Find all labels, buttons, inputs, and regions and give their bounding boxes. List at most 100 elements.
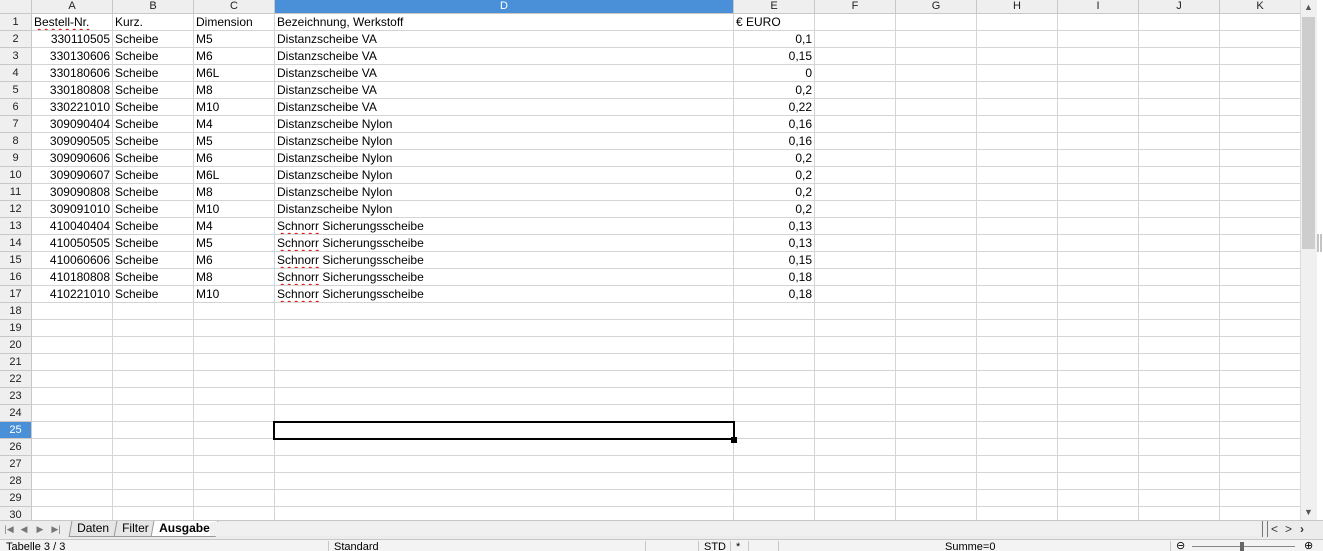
table-header-cell[interactable]: Bestell-Nr. xyxy=(32,14,113,31)
empty-cell[interactable] xyxy=(734,490,815,507)
empty-cell[interactable] xyxy=(1220,14,1300,31)
empty-cell[interactable] xyxy=(977,99,1058,116)
empty-cell[interactable] xyxy=(113,388,194,405)
empty-cell[interactable] xyxy=(815,422,896,439)
empty-cell[interactable] xyxy=(977,82,1058,99)
empty-cell[interactable] xyxy=(113,337,194,354)
empty-cell[interactable] xyxy=(1058,473,1139,490)
select-all-corner[interactable] xyxy=(0,0,32,14)
table-cell[interactable]: M5 xyxy=(194,133,275,150)
empty-cell[interactable] xyxy=(815,48,896,65)
empty-cell[interactable] xyxy=(896,218,977,235)
empty-cell[interactable] xyxy=(1139,133,1220,150)
table-cell[interactable]: M10 xyxy=(194,99,275,116)
empty-cell[interactable] xyxy=(1058,48,1139,65)
empty-cell[interactable] xyxy=(1058,31,1139,48)
table-header-cell[interactable]: € EURO xyxy=(734,14,815,31)
table-cell[interactable]: 330180606 xyxy=(32,65,113,82)
table-cell[interactable]: 330221010 xyxy=(32,99,113,116)
empty-cell[interactable] xyxy=(194,388,275,405)
table-cell[interactable]: 0,15 xyxy=(734,48,815,65)
empty-cell[interactable] xyxy=(1220,405,1300,422)
empty-cell[interactable] xyxy=(113,473,194,490)
table-cell[interactable]: 309090404 xyxy=(32,116,113,133)
column-header-i[interactable]: I xyxy=(1058,0,1139,14)
row-header-10[interactable]: 10 xyxy=(0,167,32,184)
table-cell[interactable]: Scheibe xyxy=(113,218,194,235)
empty-cell[interactable] xyxy=(896,388,977,405)
table-cell[interactable]: Scheibe xyxy=(113,201,194,218)
table-cell[interactable]: Distanzscheibe VA xyxy=(275,48,734,65)
empty-cell[interactable] xyxy=(113,303,194,320)
empty-cell[interactable] xyxy=(896,133,977,150)
column-header-b[interactable]: B xyxy=(113,0,194,14)
horizontal-split-handle[interactable] xyxy=(1262,521,1268,537)
empty-cell[interactable] xyxy=(815,405,896,422)
empty-cell[interactable] xyxy=(194,507,275,520)
empty-cell[interactable] xyxy=(1139,354,1220,371)
empty-cell[interactable] xyxy=(1220,456,1300,473)
empty-cell[interactable] xyxy=(977,252,1058,269)
row-header-24[interactable]: 24 xyxy=(0,405,32,422)
empty-cell[interactable] xyxy=(275,337,734,354)
empty-cell[interactable] xyxy=(113,354,194,371)
empty-cell[interactable] xyxy=(32,405,113,422)
table-cell[interactable]: M6 xyxy=(194,48,275,65)
empty-cell[interactable] xyxy=(1220,235,1300,252)
empty-cell[interactable] xyxy=(896,65,977,82)
empty-cell[interactable] xyxy=(1139,167,1220,184)
empty-cell[interactable] xyxy=(1139,422,1220,439)
empty-cell[interactable] xyxy=(1058,507,1139,520)
empty-cell[interactable] xyxy=(1220,65,1300,82)
empty-cell[interactable] xyxy=(896,371,977,388)
table-cell[interactable]: 0,2 xyxy=(734,201,815,218)
empty-cell[interactable] xyxy=(1058,252,1139,269)
zoom-slider-knob[interactable] xyxy=(1240,542,1244,551)
empty-cell[interactable] xyxy=(896,167,977,184)
table-cell[interactable]: Distanzscheibe Nylon xyxy=(275,116,734,133)
table-cell[interactable]: M10 xyxy=(194,201,275,218)
empty-cell[interactable] xyxy=(1220,99,1300,116)
empty-cell[interactable] xyxy=(1139,252,1220,269)
row-header-5[interactable]: 5 xyxy=(0,82,32,99)
empty-cell[interactable] xyxy=(977,269,1058,286)
table-cell[interactable]: 0,18 xyxy=(734,269,815,286)
table-cell[interactable]: Distanzscheibe VA xyxy=(275,99,734,116)
table-cell[interactable]: 0,18 xyxy=(734,286,815,303)
table-cell[interactable]: 410180808 xyxy=(32,269,113,286)
scroll-left-icon[interactable]: < xyxy=(1271,521,1278,537)
empty-cell[interactable] xyxy=(896,320,977,337)
empty-cell[interactable] xyxy=(977,507,1058,520)
table-cell[interactable]: Distanzscheibe Nylon xyxy=(275,167,734,184)
empty-cell[interactable] xyxy=(896,82,977,99)
column-header-a[interactable]: A xyxy=(32,0,113,14)
empty-cell[interactable] xyxy=(1220,116,1300,133)
empty-cell[interactable] xyxy=(1139,201,1220,218)
empty-cell[interactable] xyxy=(113,422,194,439)
empty-cell[interactable] xyxy=(1220,320,1300,337)
empty-cell[interactable] xyxy=(32,388,113,405)
empty-cell[interactable] xyxy=(1058,82,1139,99)
table-header-cell[interactable]: Kurz. xyxy=(113,14,194,31)
empty-cell[interactable] xyxy=(734,303,815,320)
empty-cell[interactable] xyxy=(1220,286,1300,303)
empty-cell[interactable] xyxy=(815,14,896,31)
table-cell[interactable]: M5 xyxy=(194,235,275,252)
empty-cell[interactable] xyxy=(815,167,896,184)
empty-cell[interactable] xyxy=(32,422,113,439)
empty-cell[interactable] xyxy=(896,201,977,218)
empty-cell[interactable] xyxy=(734,371,815,388)
empty-cell[interactable] xyxy=(275,320,734,337)
empty-cell[interactable] xyxy=(815,31,896,48)
empty-cell[interactable] xyxy=(1220,422,1300,439)
empty-cell[interactable] xyxy=(275,439,734,456)
sheet-tab-daten[interactable]: Daten xyxy=(68,521,118,537)
empty-cell[interactable] xyxy=(977,388,1058,405)
empty-cell[interactable] xyxy=(1139,286,1220,303)
empty-cell[interactable] xyxy=(896,456,977,473)
empty-cell[interactable] xyxy=(734,456,815,473)
empty-cell[interactable] xyxy=(1139,473,1220,490)
empty-cell[interactable] xyxy=(1220,337,1300,354)
next-sheet-icon[interactable]: ▶ xyxy=(33,522,47,536)
row-header-29[interactable]: 29 xyxy=(0,490,32,507)
